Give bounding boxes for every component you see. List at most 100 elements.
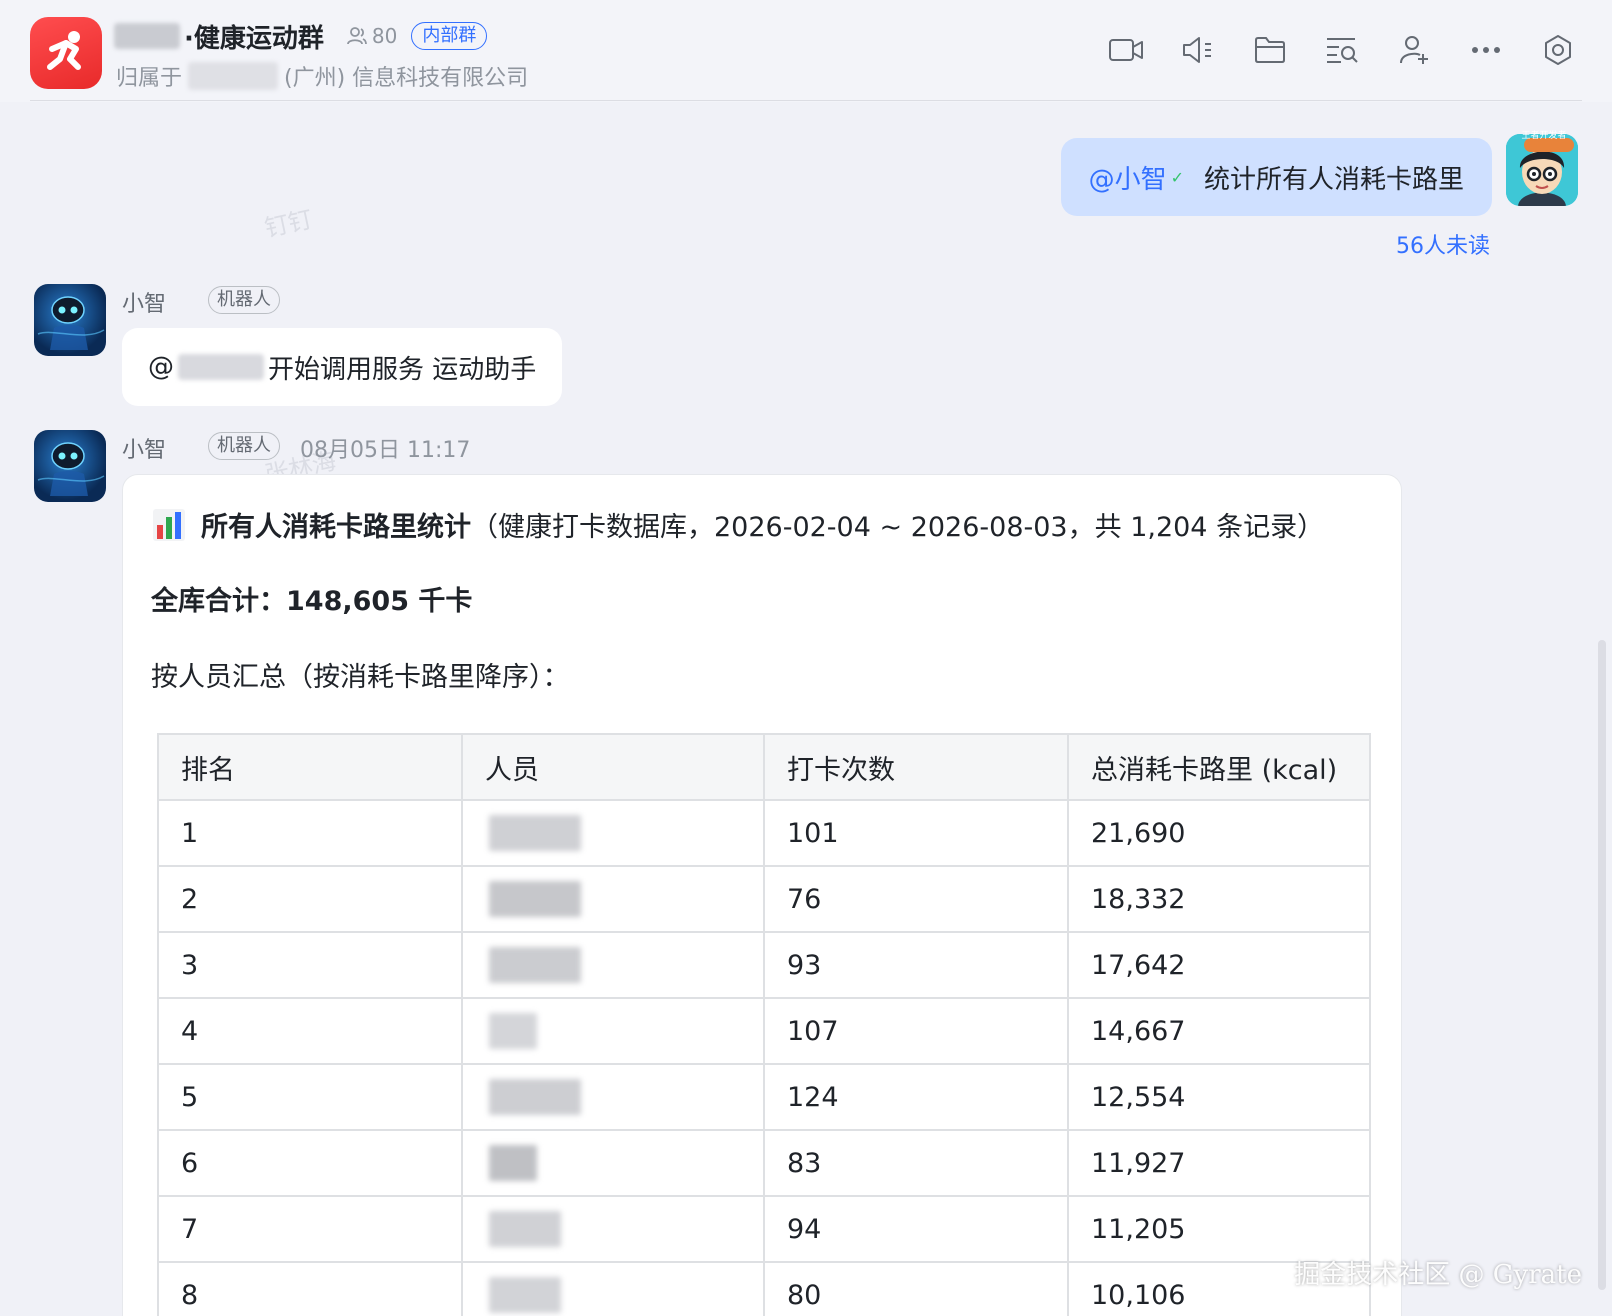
redacted-group-prefix: [114, 23, 180, 49]
more-icon: [1472, 47, 1500, 53]
person-cell: [461, 931, 765, 999]
count-cell: 93: [762, 931, 1070, 999]
count-cell: 94: [762, 1195, 1070, 1263]
rank-cell: 3: [156, 931, 464, 999]
redacted-person-name: [489, 947, 582, 983]
rank-cell: 1: [156, 799, 464, 867]
table-row: 6 83 11,927: [156, 1129, 1371, 1197]
count-cell: 80: [762, 1261, 1070, 1316]
redacted-person-name: [489, 1211, 562, 1247]
header-toolbar: [1108, 32, 1576, 68]
card-title: 所有人消耗卡路里统计 （健康打卡数据库，2026-02-04 ~ 2026-08…: [151, 505, 1324, 544]
card-title-detail: （健康打卡数据库，2026-02-04 ~ 2026-08-03，共 1,204…: [471, 512, 1325, 543]
redacted-person-name: [489, 1013, 538, 1049]
settings-icon: [1545, 35, 1571, 65]
column-header-kcal[interactable]: 总消耗卡路里 (kcal): [1067, 733, 1371, 801]
avatar-badge: 王者开发者: [1521, 131, 1567, 141]
bot-name[interactable]: 小智: [122, 286, 166, 318]
mention-link[interactable]: @小智: [1089, 159, 1167, 196]
member-count[interactable]: 80: [346, 24, 397, 48]
more-button[interactable]: [1468, 32, 1504, 68]
column-header-rank[interactable]: 排名: [156, 733, 464, 801]
outgoing-message-bubble[interactable]: @小智 ✓ 统计所有人消耗卡路里: [1060, 138, 1492, 216]
person-cell: [461, 1195, 765, 1263]
person-cell: [461, 865, 765, 933]
redacted-person-name: [489, 1079, 582, 1115]
count-cell: 107: [762, 997, 1070, 1065]
card-title-bold: 所有人消耗卡路里统计: [201, 512, 471, 543]
kcal-cell: 11,927: [1067, 1129, 1371, 1197]
internal-group-badge: 内部群: [411, 22, 488, 50]
calorie-stats-card[interactable]: 所有人消耗卡路里统计 （健康打卡数据库，2026-02-04 ~ 2026-08…: [122, 474, 1402, 1316]
kcal-cell: 21,690: [1067, 799, 1371, 867]
bot-name[interactable]: 小智: [122, 432, 166, 464]
bot-avatar[interactable]: [34, 284, 106, 356]
column-header-count[interactable]: 打卡次数: [762, 733, 1070, 801]
ranking-table: 排名 人员 打卡次数 总消耗卡路里 (kcal) 1 101 21,690 2 …: [156, 733, 1371, 1316]
add-member-icon: [1400, 36, 1428, 64]
person-cell: [461, 997, 765, 1065]
cartoon-avatar-icon: [1506, 134, 1578, 206]
count-cell: 76: [762, 865, 1070, 933]
bot-avatar[interactable]: [34, 430, 106, 502]
kcal-cell: 14,667: [1067, 997, 1371, 1065]
rank-cell: 5: [156, 1063, 464, 1131]
redacted-user-name: [178, 354, 264, 380]
table-row: 8 80 10,106: [156, 1261, 1371, 1316]
redacted-person-name: [489, 881, 582, 917]
person-cell: [461, 1063, 765, 1131]
group-owner: 归属于 (广州) 信息科技有限公司: [116, 60, 528, 92]
person-cell: [461, 1261, 765, 1316]
scrollbar[interactable]: [1598, 640, 1606, 1290]
files-button[interactable]: [1252, 32, 1288, 68]
redacted-person-name: [489, 1145, 538, 1181]
read-status[interactable]: 56人未读: [1396, 228, 1490, 260]
table-row: 3 93 17,642: [156, 931, 1371, 999]
bot-message-bubble[interactable]: @ 开始调用服务 运动助手: [122, 328, 563, 406]
table-header-row: 排名 人员 打卡次数 总消耗卡路里 (kcal): [156, 733, 1371, 801]
add-member-button[interactable]: [1396, 32, 1432, 68]
group-logo[interactable]: [30, 17, 102, 89]
rank-cell: 7: [156, 1195, 464, 1263]
bar-chart-icon: [153, 508, 185, 541]
kcal-cell: 11,205: [1067, 1195, 1371, 1263]
kcal-cell: 18,332: [1067, 865, 1371, 933]
count-cell: 101: [762, 799, 1070, 867]
robot-icon: [37, 442, 105, 496]
header-divider: [30, 100, 1582, 101]
search-list-icon: [1327, 38, 1358, 63]
robot-tag: 机器人: [208, 286, 280, 314]
member-count-value: 80: [371, 24, 398, 48]
video-call-button[interactable]: [1108, 32, 1144, 68]
robot-tag: 机器人: [208, 432, 280, 460]
video-icon: [1109, 39, 1143, 61]
table-row: 4 107 14,667: [156, 997, 1371, 1065]
watermark-text: 钉钉: [262, 205, 315, 243]
group-name[interactable]: ·健康运动群: [184, 18, 324, 55]
brand-watermark: 掘金技术社区 @ Gyrate: [1294, 1260, 1582, 1290]
redacted-person-name: [489, 815, 582, 851]
owner-suffix: (广州) 信息科技有限公司: [284, 66, 529, 91]
total-calories: 全库合计：148,605 千卡: [151, 586, 473, 617]
bot-message-text: 开始调用服务 运动助手: [268, 354, 537, 385]
summary-subtitle: 按人员汇总（按消耗卡路里降序）：: [151, 662, 570, 693]
rank-cell: 2: [156, 865, 464, 933]
person-cell: [461, 799, 765, 867]
outgoing-message-text: 统计所有人消耗卡路里: [1203, 164, 1464, 195]
table-row: 2 76 18,332: [156, 865, 1371, 933]
speaker-icon: [1183, 37, 1211, 63]
table-row: 7 94 11,205: [156, 1195, 1371, 1263]
person-cell: [461, 1129, 765, 1197]
settings-button[interactable]: [1540, 32, 1576, 68]
redacted-company-name: [188, 62, 279, 90]
rank-cell: 4: [156, 997, 464, 1065]
voice-button[interactable]: [1180, 32, 1216, 68]
runner-icon: [47, 31, 81, 70]
kcal-cell: 17,642: [1067, 931, 1371, 999]
column-header-person[interactable]: 人员: [461, 733, 765, 801]
count-cell: 83: [762, 1129, 1070, 1197]
rank-cell: 8: [156, 1261, 464, 1316]
chat-header: ·健康运动群 80 内部群 归属于 (广州) 信息科技有限公司: [0, 0, 1612, 102]
my-avatar[interactable]: [1506, 134, 1578, 206]
search-history-button[interactable]: [1324, 32, 1360, 68]
